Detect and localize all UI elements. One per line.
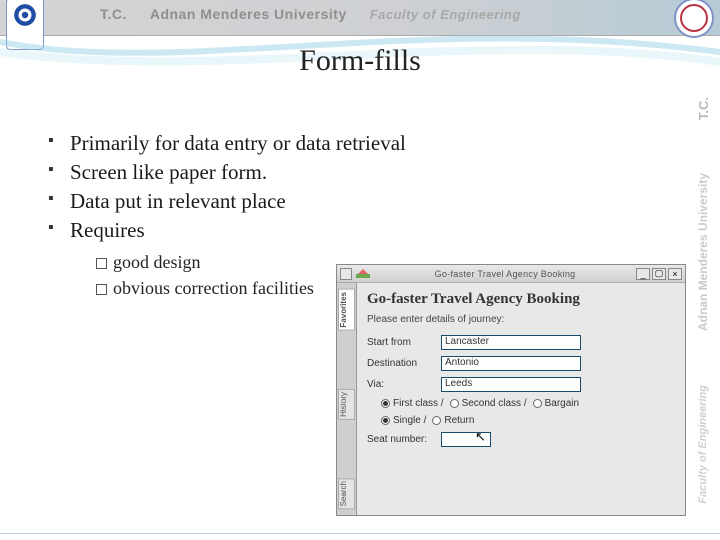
sidebar-tab-favorites[interactable]: Favorites bbox=[338, 289, 355, 331]
radio-second-class[interactable]: Second class / bbox=[450, 398, 527, 409]
university-logo-left bbox=[6, 0, 44, 50]
minimize-button[interactable]: _ bbox=[636, 268, 650, 280]
header-faculty: Faculty of Engineering bbox=[370, 7, 521, 22]
label-start: Start from bbox=[367, 337, 441, 348]
radio-first-class[interactable]: First class / bbox=[381, 398, 444, 409]
radio-group-trip: Single / Return bbox=[381, 415, 675, 426]
maximize-button[interactable]: ▢ bbox=[652, 268, 666, 280]
bullet-item: Data put in relevant place bbox=[48, 188, 658, 215]
radio-return[interactable]: Return bbox=[432, 415, 474, 426]
radio-single[interactable]: Single / bbox=[381, 415, 426, 426]
slide: T.C. Adnan Menderes University Faculty o… bbox=[0, 0, 720, 540]
label-via: Via: bbox=[367, 379, 441, 390]
header-banner: T.C. Adnan Menderes University Faculty o… bbox=[0, 0, 720, 36]
side-wm-fac: Faculty of Engineering bbox=[697, 385, 709, 504]
form-window: Go-faster Travel Agency Booking _ ▢ × Fa… bbox=[336, 264, 686, 516]
label-seat: Seat number: bbox=[367, 434, 441, 445]
form-main: Go-faster Travel Agency Booking Please e… bbox=[357, 283, 685, 515]
sidebar-tab-search[interactable]: Search bbox=[338, 478, 355, 509]
header-university: Adnan Menderes University bbox=[150, 6, 347, 22]
app-icon bbox=[356, 268, 370, 280]
side-wm-uni: Adnan Menderes University bbox=[696, 173, 710, 331]
header-text: T.C. Adnan Menderes University Faculty o… bbox=[100, 6, 521, 24]
radio-group-class: First class / Second class / Bargain bbox=[381, 398, 675, 409]
form-heading: Go-faster Travel Agency Booking bbox=[367, 291, 675, 308]
label-destination: Destination bbox=[367, 358, 441, 369]
form-prompt: Please enter details of journey: bbox=[367, 314, 675, 325]
sidebar-tab-history[interactable]: History bbox=[338, 389, 355, 420]
faculty-logo-right bbox=[674, 0, 714, 38]
bullet-item: Primarily for data entry or data retriev… bbox=[48, 130, 658, 157]
footer-rule bbox=[0, 533, 720, 534]
input-start[interactable]: Lancaster bbox=[441, 335, 581, 350]
header-tc: T.C. bbox=[100, 6, 127, 22]
bullet-item-label: Requires bbox=[70, 218, 145, 242]
side-wm-tc: T.C. bbox=[696, 97, 711, 120]
input-destination[interactable]: Antonio bbox=[441, 356, 581, 371]
form-sidebar: Favorites History Search bbox=[337, 283, 357, 515]
window-title: Go-faster Travel Agency Booking bbox=[374, 269, 636, 279]
radio-bargain[interactable]: Bargain bbox=[533, 398, 579, 409]
checkbox-icon bbox=[96, 258, 107, 269]
slide-title: Form-fills bbox=[0, 44, 720, 78]
input-seat[interactable] bbox=[441, 432, 491, 447]
window-controls: _ ▢ × bbox=[636, 268, 682, 280]
window-titlebar: Go-faster Travel Agency Booking _ ▢ × bbox=[337, 265, 685, 283]
input-via[interactable]: Leeds bbox=[441, 377, 581, 392]
close-button[interactable]: × bbox=[668, 268, 682, 280]
side-watermark: T.C. Adnan Menderes University Faculty o… bbox=[688, 70, 718, 530]
sysmenu-icon[interactable] bbox=[340, 268, 352, 280]
bullet-item: Screen like paper form. bbox=[48, 159, 658, 186]
checkbox-icon bbox=[96, 284, 107, 295]
